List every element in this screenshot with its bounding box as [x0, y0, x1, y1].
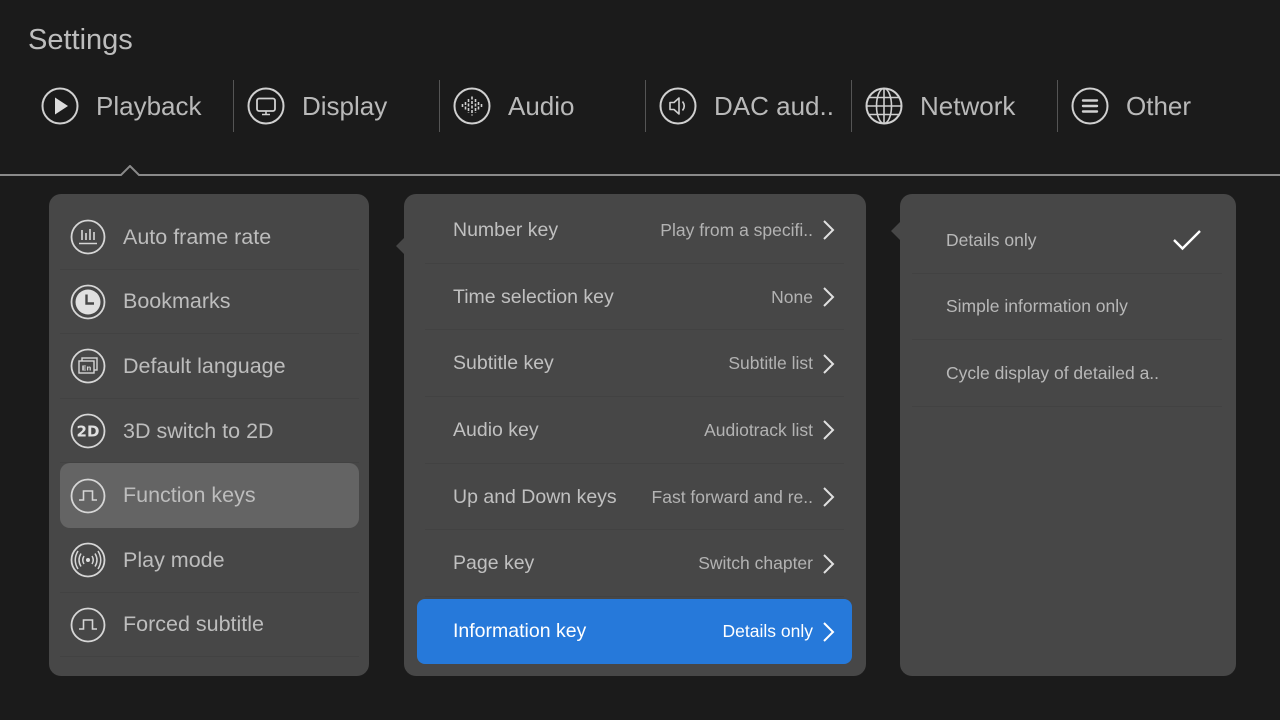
- checkmark-icon: [1173, 230, 1201, 251]
- divider: [912, 405, 1222, 407]
- chevron-right-icon: [823, 220, 835, 241]
- setting-label: Up and Down keys: [453, 485, 617, 508]
- option-label: Details only: [946, 229, 1037, 250]
- menu-item-label: Default language: [123, 353, 286, 378]
- tab-label: Other: [1126, 90, 1192, 121]
- chevron-right-icon: [823, 287, 835, 307]
- setting-row-page-key[interactable]: Page key Switch chapter: [417, 530, 852, 598]
- function-keys-list: Number key Play from a specifi.. Time se…: [417, 197, 852, 665]
- chevron-right-icon: [823, 354, 835, 374]
- pulse-wave-icon: [70, 478, 106, 514]
- information-key-options-panel: Details only Simple information only Cyc…: [900, 194, 1236, 676]
- option-cycle-display[interactable]: Cycle display of detailed a..: [912, 340, 1222, 407]
- monitor-icon: [247, 87, 285, 125]
- category-tabs: Playback Display Audio DAC aud.. Network…: [28, 78, 1264, 134]
- setting-row-subtitle-key[interactable]: Subtitle key Subtitle list: [417, 330, 852, 398]
- tab-playback[interactable]: Playback: [28, 78, 234, 134]
- chevron-right-icon: [823, 420, 835, 441]
- language-en-icon: En: [70, 349, 106, 384]
- setting-row-information-key[interactable]: Information key Details only: [417, 599, 852, 665]
- 2d-icon: 2D: [70, 413, 106, 449]
- chevron-right-icon: [823, 554, 835, 574]
- chevron-right-icon: [823, 487, 835, 507]
- playback-category-list: Auto frame rate Bookmarks En Default lan…: [60, 205, 359, 658]
- menu-item-label: 3D switch to 2D: [123, 418, 274, 443]
- setting-row-number-key[interactable]: Number key Play from a specifi..: [417, 197, 852, 264]
- svg-text:2D: 2D: [77, 423, 100, 441]
- menu-item-forced-subtitle[interactable]: Forced subtitle: [60, 593, 359, 658]
- option-label: Simple information only: [946, 296, 1128, 317]
- tab-audio[interactable]: Audio: [440, 78, 646, 134]
- setting-value: Details only: [722, 621, 813, 642]
- menu-item-label: Function keys: [123, 483, 256, 508]
- broadcast-icon: [70, 542, 106, 578]
- tab-display[interactable]: Display: [234, 78, 440, 134]
- menu-item-function-keys[interactable]: Function keys: [60, 463, 359, 528]
- tab-label: Audio: [508, 90, 575, 121]
- option-label: Cycle display of detailed a..: [946, 362, 1160, 383]
- divider: [425, 596, 844, 598]
- function-keys-panel: Number key Play from a specifi.. Time se…: [404, 194, 866, 676]
- menu-item-3d-switch-to-2d[interactable]: 2D 3D switch to 2D: [60, 399, 359, 464]
- setting-label: Page key: [453, 552, 535, 575]
- chevron-right-icon: [823, 621, 835, 642]
- tab-other[interactable]: Other: [1058, 78, 1264, 134]
- setting-value: None: [771, 286, 813, 307]
- menu-item-label: Forced subtitle: [123, 612, 265, 637]
- setting-label: Time selection key: [453, 285, 614, 308]
- play-circle-icon: [41, 87, 79, 125]
- setting-row-up-and-down-keys[interactable]: Up and Down keys Fast forward and re..: [417, 464, 852, 531]
- menu-item-label: Bookmarks: [123, 289, 231, 314]
- page-title: Settings: [28, 24, 133, 56]
- setting-row-time-selection-key[interactable]: Time selection key None: [417, 264, 852, 331]
- setting-row-audio-key[interactable]: Audio key Audiotrack list: [417, 397, 852, 464]
- clock-icon: [70, 284, 106, 320]
- tab-network[interactable]: Network: [852, 78, 1058, 134]
- speaker-icon: [659, 87, 697, 125]
- tab-label: DAC aud..: [714, 90, 834, 121]
- setting-label: Information key: [453, 620, 587, 643]
- menu-lines-icon: [1071, 87, 1109, 125]
- globe-icon: [865, 87, 903, 125]
- menu-item-default-language[interactable]: En Default language: [60, 334, 359, 399]
- tab-label: Playback: [96, 90, 202, 121]
- pulse-wave-icon: [70, 607, 106, 643]
- setting-value: Audiotrack list: [704, 419, 813, 440]
- playback-category-panel: Auto frame rate Bookmarks En Default lan…: [49, 194, 369, 676]
- option-details-only[interactable]: Details only: [912, 207, 1222, 274]
- setting-label: Number key: [453, 218, 559, 241]
- svg-text:En: En: [82, 365, 92, 373]
- menu-item-label: Auto frame rate: [123, 224, 272, 249]
- setting-value: Play from a specifi..: [660, 219, 813, 240]
- setting-value: Fast forward and re..: [651, 486, 813, 507]
- divider: [60, 656, 359, 658]
- setting-value: Switch chapter: [698, 553, 813, 574]
- bar-chart-icon: [70, 219, 106, 255]
- tab-dac-audio[interactable]: DAC aud..: [646, 78, 852, 134]
- tab-indicator-line: [0, 165, 1280, 176]
- tab-label: Network: [920, 90, 1016, 121]
- menu-item-bookmarks[interactable]: Bookmarks: [60, 270, 359, 335]
- menu-item-label: Play mode: [123, 547, 225, 572]
- option-simple-information-only[interactable]: Simple information only: [912, 274, 1222, 340]
- setting-value: Subtitle list: [728, 353, 813, 374]
- setting-label: Audio key: [453, 418, 539, 441]
- information-key-options-list: Details only Simple information only Cyc…: [912, 207, 1222, 407]
- setting-label: Subtitle key: [453, 352, 554, 375]
- menu-item-play-mode[interactable]: Play mode: [60, 528, 359, 593]
- menu-item-auto-frame-rate[interactable]: Auto frame rate: [60, 205, 359, 270]
- panel-pointer: [891, 222, 900, 240]
- tab-label: Display: [302, 90, 388, 121]
- audio-waveform-icon: [453, 87, 491, 125]
